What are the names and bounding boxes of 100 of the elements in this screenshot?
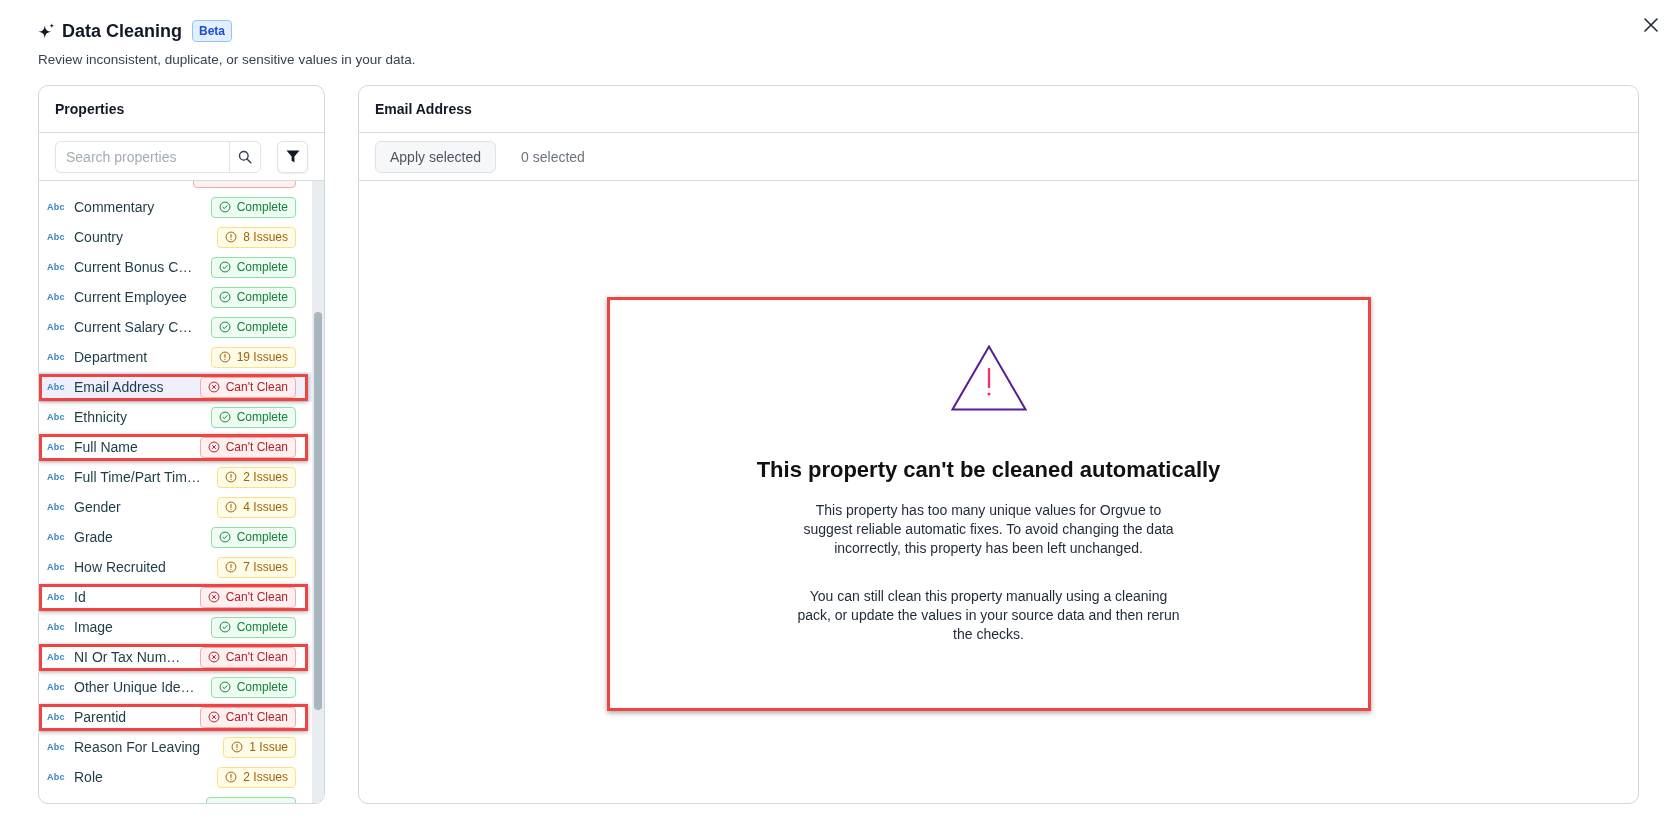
dialog-title: Data Cleaning: [62, 20, 183, 43]
property-row[interactable]: Abc Current Employee Complete: [39, 282, 312, 312]
property-name: Grade: [74, 529, 114, 545]
status-text: Complete: [236, 320, 288, 334]
property-row[interactable]: Abc How Recruited 7 Issues: [39, 552, 312, 582]
status-text: 7 Issues: [243, 560, 288, 574]
type-label: Abc: [47, 262, 66, 272]
status-text: Can't Clean: [225, 590, 288, 604]
property-name: Parentid: [74, 709, 128, 725]
x-circle-icon: [207, 381, 220, 393]
status-text: Complete: [236, 530, 288, 544]
search-icon: [238, 149, 252, 164]
type-label: Abc: [47, 322, 66, 332]
message-text: This property has too many unique values for Orgvue to suggest reliable automatic fixes. To avoid changing the data incorrectly, this property has been left unchanged.: [802, 501, 1175, 558]
close-icon: [1644, 18, 1658, 32]
x-circle-icon: [207, 441, 220, 453]
type-label: Abc: [47, 472, 66, 482]
panel-title: Properties: [55, 101, 125, 117]
message-title: This property can't be cleaned automatically: [756, 456, 1221, 484]
type-label: Abc: [47, 742, 66, 752]
check-circle-icon: [218, 261, 231, 273]
property-row[interactable]: Abc Email Address Can't Clean: [39, 372, 312, 402]
scrollbar-thumb[interactable]: [314, 312, 322, 710]
property-name: Ethnicity: [74, 409, 128, 425]
exclamation-circle-icon: [225, 231, 238, 243]
status-text: Can't Clean: [225, 380, 288, 394]
type-label: Abc: [47, 382, 66, 392]
status-text: Complete: [236, 620, 288, 634]
property-row[interactable]: Abc Ethnicity Complete: [39, 402, 312, 432]
property-name: How Recruited: [74, 559, 167, 575]
status-text: Complete: [236, 680, 288, 694]
property-row[interactable]: Abc Commentary Complete: [39, 192, 312, 222]
property-row[interactable]: Abc Role 2 Issues: [39, 762, 312, 792]
x-circle-icon: [207, 591, 220, 603]
check-circle-icon: [218, 201, 231, 213]
property-name: Current Salary C…: [74, 319, 194, 335]
property-name: Gender: [74, 499, 122, 515]
message-text: You can still clean this property manually using a cleaning pack, or update the values in your source data and then rerun the checks.: [796, 587, 1181, 644]
status-text: 1 Issue: [249, 740, 288, 754]
type-label: Abc: [47, 622, 66, 632]
status-text: 2 Issues: [243, 470, 288, 484]
property-name: NI Or Tax Num…: [74, 649, 182, 665]
status-text: Can't Clean: [225, 710, 288, 724]
scrollbar[interactable]: [312, 181, 324, 803]
property-row[interactable]: Abc Id Can't Clean: [39, 582, 312, 612]
property-row[interactable]: Abc Grade Complete: [39, 522, 312, 552]
exclamation-circle-icon: [225, 561, 238, 573]
property-row[interactable]: Abc Full Time/Part Tim… 2 Issues: [39, 462, 312, 492]
type-label: Abc: [47, 202, 66, 212]
selected-count: 0 selected: [521, 148, 585, 165]
type-label: Abc: [47, 232, 66, 242]
property-name: Other Unique Ide…: [74, 679, 196, 695]
apply-selected-button[interactable]: Apply selected: [375, 140, 497, 173]
property-name: Full Name: [74, 439, 139, 455]
check-circle-icon: [218, 321, 231, 333]
property-row[interactable]: Abc Image Complete: [39, 612, 312, 642]
property-row[interactable]: Abc Current Bonus C… Complete: [39, 252, 312, 282]
warning-icon: [950, 345, 1027, 411]
property-name: Full Time/Part Tim…: [74, 469, 202, 485]
status-text: 8 Issues: [243, 230, 288, 244]
type-label: Abc: [47, 412, 66, 422]
sparkle-icon: [38, 22, 55, 40]
type-label: Abc: [47, 592, 66, 602]
status-text: Complete: [236, 290, 288, 304]
type-label: Abc: [47, 442, 66, 452]
property-name: Department: [74, 349, 149, 365]
filter-icon: [285, 150, 300, 163]
property-name: Commentary: [74, 199, 156, 215]
search-field[interactable]: Search properties: [55, 140, 229, 173]
property-row[interactable]: Abc Other Unique Ide… Complete: [39, 672, 312, 702]
property-row[interactable]: Abc Country 8 Issues: [39, 222, 312, 252]
type-label: Abc: [47, 562, 66, 572]
beta-badge: Beta: [192, 20, 233, 42]
property-row[interactable]: Abc Parentid Can't Clean: [39, 702, 312, 732]
type-label: Abc: [47, 682, 66, 692]
property-name: Role: [74, 769, 104, 785]
filter-button[interactable]: [277, 140, 308, 173]
x-circle-icon: [207, 711, 220, 723]
exclamation-circle-icon: [225, 501, 238, 513]
property-row[interactable]: Abc Reason For Leaving 1 Issue: [39, 732, 312, 762]
type-label: Abc: [47, 352, 66, 362]
property-row[interactable]: Abc Current Salary C… Complete: [39, 312, 312, 342]
panel-title: Email Address: [375, 101, 472, 117]
property-row[interactable]: Abc Department 19 Issues: [39, 342, 312, 372]
type-label: Abc: [47, 292, 66, 302]
property-name: Current Employee: [74, 289, 188, 305]
dialog-subtitle: Review inconsistent, duplicate, or sensitive values in your data.: [38, 52, 417, 68]
property-row[interactable]: Abc Full Name Can't Clean: [39, 432, 312, 462]
type-label: Abc: [47, 502, 66, 512]
property-row[interactable]: Abc NI Or Tax Num… Can't Clean: [39, 642, 312, 672]
check-circle-icon: [218, 681, 231, 693]
check-circle-icon: [218, 291, 231, 303]
search-button[interactable]: [229, 140, 261, 173]
status-text: 19 Issues: [236, 350, 288, 364]
property-name: Id: [74, 589, 87, 605]
property-name: Image: [74, 619, 114, 635]
exclamation-circle-icon: [231, 741, 244, 753]
type-label: Abc: [47, 652, 66, 662]
property-name: Reason For Leaving: [74, 739, 202, 755]
property-row[interactable]: Abc Gender 4 Issues: [39, 492, 312, 522]
